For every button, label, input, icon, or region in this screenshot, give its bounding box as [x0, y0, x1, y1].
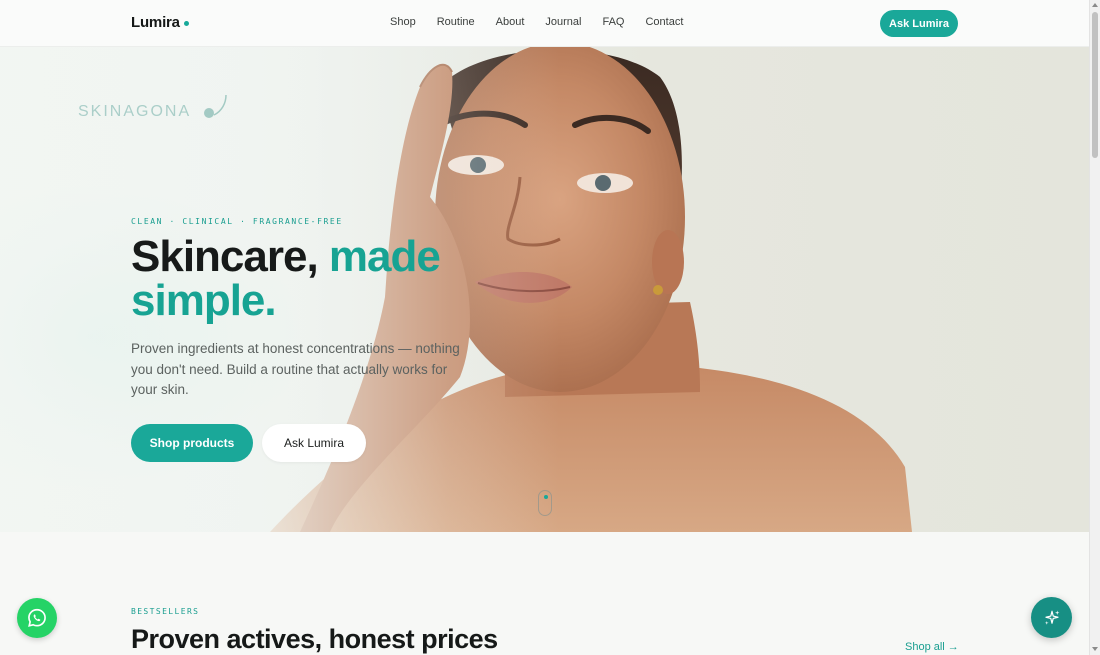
nav-about[interactable]: About	[496, 16, 525, 28]
bestsellers-eyebrow: BESTSELLERS	[131, 607, 200, 616]
shop-products-button[interactable]: Shop products	[131, 424, 253, 462]
hero-eyebrow: CLEAN · CLINICAL · FRAGRANCE-FREE	[131, 217, 343, 226]
watermark-swirl-icon	[204, 94, 227, 118]
scroll-down-arrow-icon[interactable]	[1092, 647, 1098, 651]
nav-faq[interactable]: FAQ	[602, 16, 624, 28]
hero-subcopy: Proven ingredients at honest concentrati…	[131, 341, 460, 397]
headline-main: Skincare,	[131, 232, 329, 281]
ask-lumira-button[interactable]: Ask Lumira	[262, 424, 366, 462]
dot-icon	[183, 21, 189, 26]
scroll-up-arrow-icon[interactable]	[1092, 3, 1098, 7]
page-scrollbar[interactable]	[1089, 0, 1100, 655]
brand-logo[interactable]: Lumira	[131, 14, 189, 31]
whatsapp-button[interactable]	[17, 598, 57, 638]
ask-lumira-header-button[interactable]: Ask Lumira	[880, 10, 958, 37]
nav-contact[interactable]: Contact	[645, 16, 683, 28]
nav-routine[interactable]: Routine	[437, 16, 475, 28]
nav-shop[interactable]: Shop	[390, 16, 416, 28]
bestsellers-title: Proven actives, honest prices	[131, 624, 498, 654]
mouse-scroll-icon[interactable]	[538, 490, 552, 516]
hero-section: SKINAGONA CLEAN · CLINICAL · FRAGRANCE-F…	[0, 47, 1089, 532]
hero-headline: Skincare, made simple.	[131, 235, 531, 323]
scrollbar-thumb[interactable]	[1092, 12, 1098, 158]
nav-journal[interactable]: Journal	[545, 16, 581, 28]
brand-name[interactable]: Lumira	[131, 14, 180, 31]
whatsapp-icon	[28, 608, 46, 627]
assistant-chat-button[interactable]	[1031, 597, 1072, 638]
scroll-wheel-dot	[543, 495, 548, 499]
shop-all-link[interactable]: Shop all →	[905, 641, 959, 653]
site-header: Lumira Shop Routine About Journal FAQ Co…	[0, 0, 1089, 47]
watermark-text: SKINAGONA	[78, 103, 192, 120]
sparkle-icon	[1044, 610, 1059, 625]
main-nav: Shop Routine About Journal FAQ Contact	[390, 16, 704, 28]
